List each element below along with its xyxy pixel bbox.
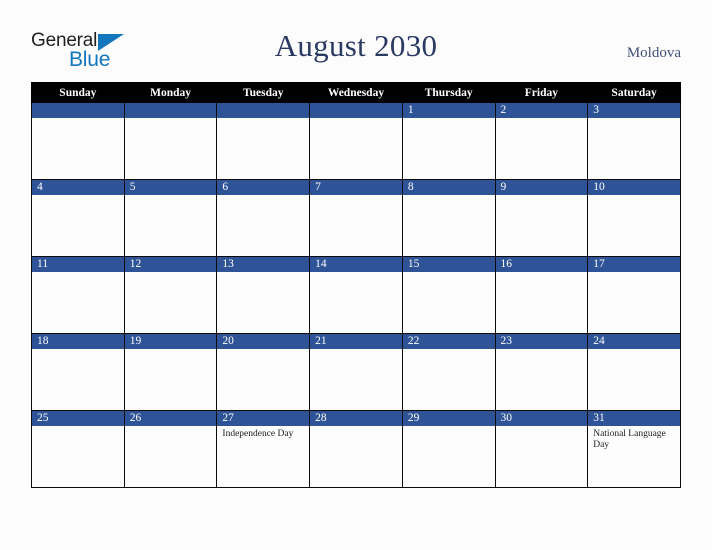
calendar-day-cell[interactable]: 7 xyxy=(309,179,403,257)
day-number: 20 xyxy=(217,334,310,349)
day-number: 22 xyxy=(402,334,495,349)
calendar-day-cell[interactable]: 28 xyxy=(309,410,403,488)
weekday-header-saturday: Saturday xyxy=(587,82,681,103)
day-number: 21 xyxy=(310,334,402,349)
day-number xyxy=(32,103,124,118)
calendar-day-cell[interactable]: 23 xyxy=(494,333,589,411)
calendar-day-cell[interactable]: 4 xyxy=(31,179,125,257)
day-number: 29 xyxy=(402,411,495,426)
day-number: 7 xyxy=(310,180,402,195)
day-number: 17 xyxy=(588,257,680,272)
weekday-header-monday: Monday xyxy=(123,82,218,103)
day-number: 16 xyxy=(495,257,588,272)
calendar-day-cell[interactable]: 29 xyxy=(401,410,496,488)
calendar-day-cell[interactable]: 10 xyxy=(587,179,681,257)
day-number: 31 xyxy=(588,411,680,426)
calendar-day-cell[interactable]: 16 xyxy=(494,256,589,334)
country-label: Moldova xyxy=(626,45,681,61)
calendar-day-cell[interactable]: 27 Independence Day xyxy=(216,410,311,488)
calendar-day-cell[interactable]: 20 xyxy=(216,333,311,411)
weekday-header-tuesday: Tuesday xyxy=(216,82,311,103)
page-header: General Blue August 2030 Moldova xyxy=(0,0,712,82)
calendar-day-cell[interactable]: 18 xyxy=(31,333,125,411)
day-events: National Language Day xyxy=(588,426,680,451)
day-number: 4 xyxy=(32,180,124,195)
day-number: 14 xyxy=(310,257,402,272)
calendar-day-cell[interactable]: 25 xyxy=(31,410,125,488)
calendar-day-cell[interactable]: 9 xyxy=(494,179,589,257)
day-number: 13 xyxy=(217,257,310,272)
weekday-header-sunday: Sunday xyxy=(31,82,125,103)
calendar-day-cell[interactable]: 2 xyxy=(494,102,589,180)
day-number: 12 xyxy=(124,257,217,272)
calendar-day-cell[interactable]: 14 xyxy=(309,256,403,334)
calendar-day-cell[interactable]: 8 xyxy=(401,179,496,257)
calendar-day-cell[interactable]: 31 National Language Day xyxy=(587,410,681,488)
day-number: 11 xyxy=(32,257,124,272)
day-number: 9 xyxy=(495,180,588,195)
weekday-header-row: Sunday Monday Tuesday Wednesday Thursday… xyxy=(31,82,681,103)
calendar-day-cell[interactable]: 17 xyxy=(587,256,681,334)
calendar-day-cell[interactable]: 22 xyxy=(401,333,496,411)
calendar-day-cell[interactable]: 19 xyxy=(123,333,218,411)
day-number: 25 xyxy=(32,411,124,426)
calendar-day-cell[interactable]: 26 xyxy=(123,410,218,488)
calendar-empty-cell[interactable] xyxy=(31,102,125,180)
day-number: 27 xyxy=(217,411,310,426)
month-calendar: Sunday Monday Tuesday Wednesday Thursday… xyxy=(31,82,681,488)
day-number xyxy=(310,103,402,118)
calendar-day-cell[interactable]: 5 xyxy=(123,179,218,257)
day-number: 26 xyxy=(124,411,217,426)
day-number xyxy=(217,103,310,118)
day-number: 5 xyxy=(124,180,217,195)
day-number: 8 xyxy=(402,180,495,195)
weekday-header-thursday: Thursday xyxy=(401,82,496,103)
day-events: Independence Day xyxy=(217,426,309,440)
calendar-empty-cell[interactable] xyxy=(123,102,218,180)
calendar-day-cell[interactable]: 15 xyxy=(401,256,496,334)
day-number xyxy=(124,103,217,118)
calendar-day-cell[interactable]: 13 xyxy=(216,256,311,334)
calendar-day-cell[interactable]: 12 xyxy=(123,256,218,334)
page-title: August 2030 xyxy=(274,28,438,63)
day-number: 18 xyxy=(32,334,124,349)
calendar-week-row: 25 26 27 Independence Day 28 29 30 31 National L… xyxy=(31,410,681,488)
day-number: 24 xyxy=(588,334,680,349)
day-number: 19 xyxy=(124,334,217,349)
calendar-week-row: 4 5 6 7 8 9 10 xyxy=(31,179,681,257)
day-number: 23 xyxy=(495,334,588,349)
calendar-day-cell[interactable]: 3 xyxy=(587,102,681,180)
day-number: 30 xyxy=(495,411,588,426)
calendar-week-row: 11 12 13 14 15 16 17 xyxy=(31,256,681,334)
calendar-body: 1 2 3 4 5 6 7 8 9 10 11 12 13 14 15 16 17 18 19 20 21 22 23 24 2… xyxy=(31,102,681,488)
holiday-label: Independence Day xyxy=(222,429,294,439)
day-number: 15 xyxy=(402,257,495,272)
calendar-empty-cell[interactable] xyxy=(216,102,311,180)
weekday-header-wednesday: Wednesday xyxy=(309,82,403,103)
day-number: 6 xyxy=(217,180,310,195)
calendar-week-row: 18 19 20 21 22 23 24 xyxy=(31,333,681,411)
calendar-day-cell[interactable]: 21 xyxy=(309,333,403,411)
day-number: 3 xyxy=(588,103,680,118)
calendar-empty-cell[interactable] xyxy=(309,102,403,180)
calendar-day-cell[interactable]: 30 xyxy=(494,410,589,488)
day-number: 28 xyxy=(310,411,402,426)
day-number: 1 xyxy=(402,103,495,118)
day-number: 10 xyxy=(588,180,680,195)
calendar-day-cell[interactable]: 6 xyxy=(216,179,311,257)
weekday-header-friday: Friday xyxy=(494,82,589,103)
calendar-day-cell[interactable]: 24 xyxy=(587,333,681,411)
holiday-label: National Language Day xyxy=(593,429,666,450)
calendar-header-row: Sunday Monday Tuesday Wednesday Thursday… xyxy=(31,82,681,103)
calendar-week-row: 123 xyxy=(31,102,681,180)
calendar-page: General Blue August 2030 Moldova Sunday … xyxy=(0,0,712,550)
calendar-day-cell[interactable]: 11 xyxy=(31,256,125,334)
day-number: 2 xyxy=(495,103,588,118)
calendar-day-cell[interactable]: 1 xyxy=(401,102,496,180)
